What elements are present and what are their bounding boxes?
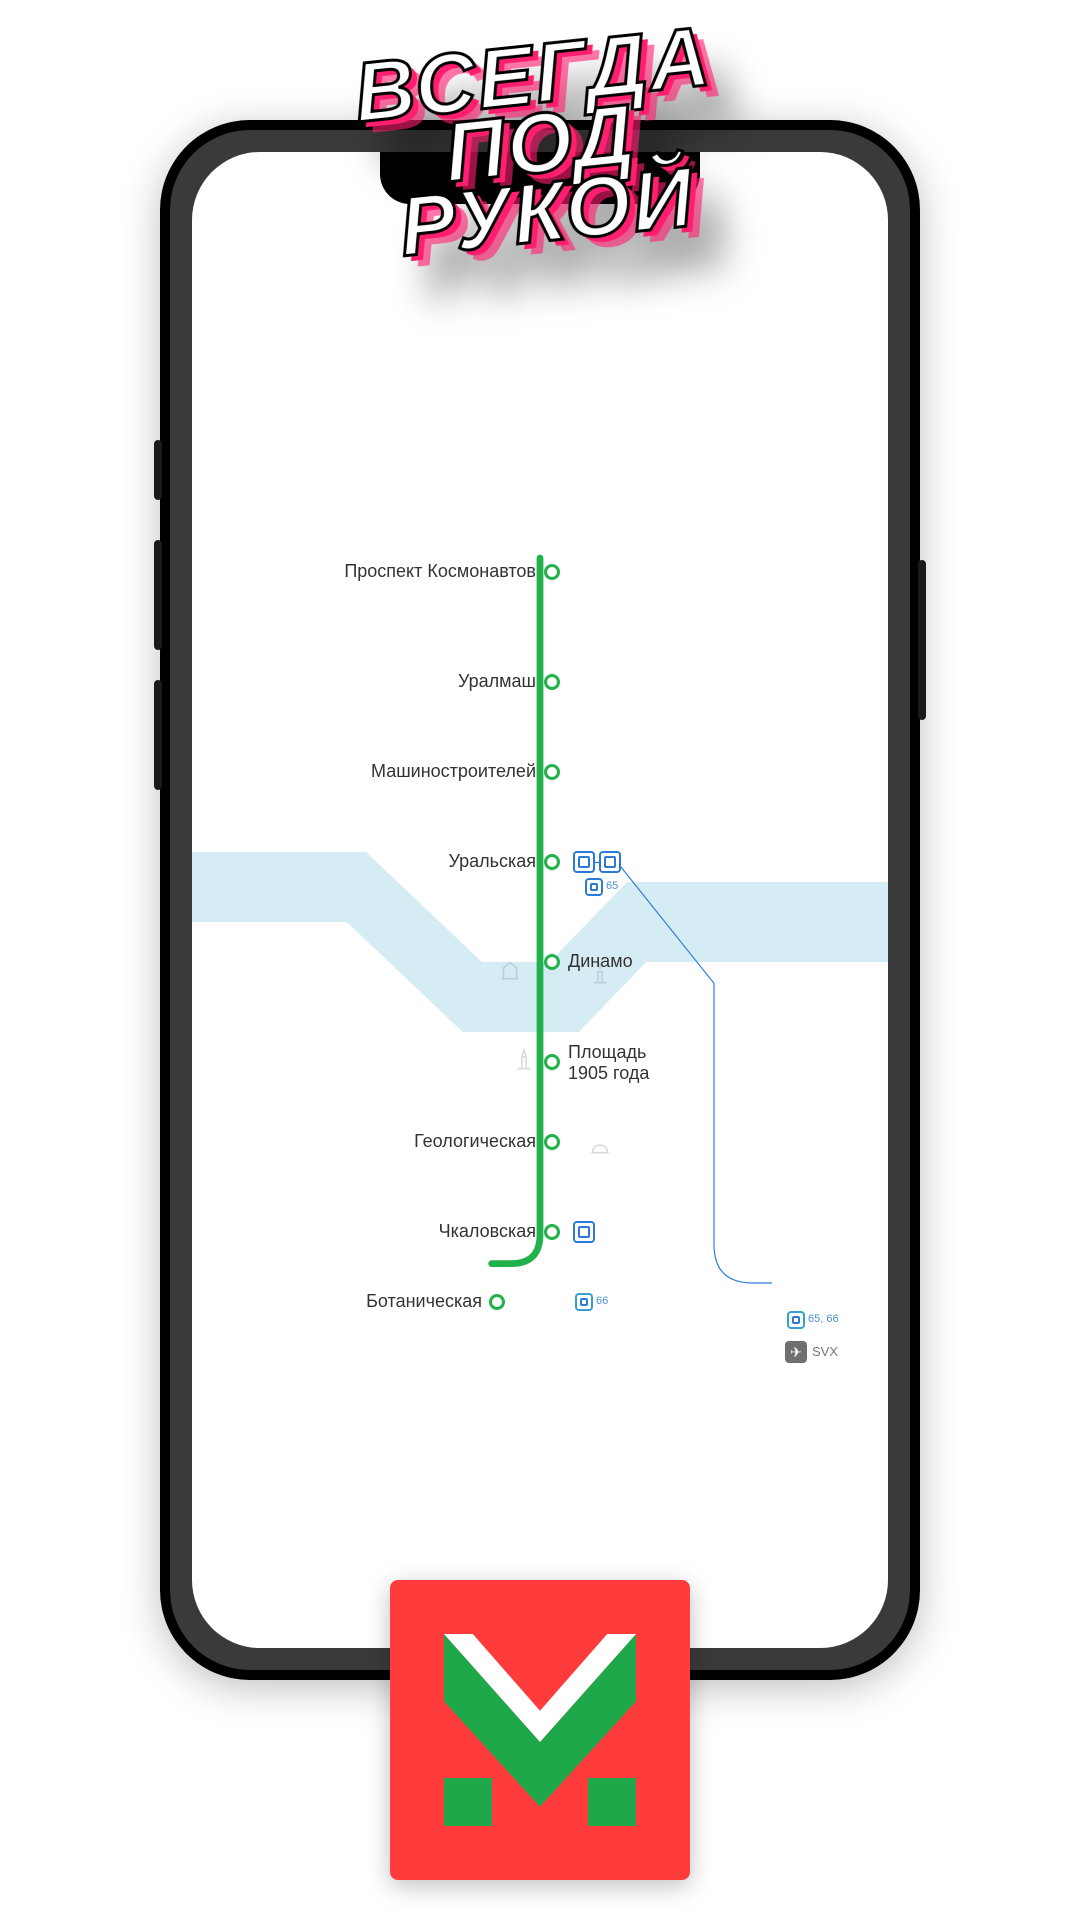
lines-layer [192,152,888,1617]
station-dot[interactable] [544,954,560,970]
phone-frame: Проспект Космонавтов Уралмаш Машиностроите… [160,120,920,1680]
volume-up-button [154,540,162,650]
station-label[interactable]: Ботаническая [366,1291,482,1312]
rail-icon[interactable] [573,1221,595,1243]
landmark-icon [587,961,613,987]
landmark-icon [587,1131,613,1157]
station-dot[interactable] [544,1054,560,1070]
shuttle-number: 65, 66 [808,1313,839,1325]
bus-icon[interactable] [575,1293,593,1311]
station-label[interactable]: Машиностроителей [371,761,536,782]
rail-icon[interactable] [573,851,595,873]
metro-map[interactable]: Проспект Космонавтов Уралмаш Машиностроите… [192,152,888,1648]
station-label[interactable]: Уральская [448,851,536,872]
station-label[interactable]: Проспект Космонавтов [344,561,536,582]
station-dot[interactable] [544,854,560,870]
airport-icon[interactable] [785,1341,807,1363]
station-dot[interactable] [544,1134,560,1150]
bus-icon[interactable] [585,878,603,896]
phone-bezel: Проспект Космонавтов Уралмаш Машиностроите… [170,130,910,1670]
promo-headline: ВСЕГДА ПОД РУКОЙ [351,22,729,265]
shuttle-number: 65 [606,880,618,892]
station-dot[interactable] [544,564,560,580]
app-icon[interactable] [390,1580,690,1880]
bus-icon[interactable] [787,1311,805,1329]
landmark-icon [497,957,523,983]
station-dot[interactable] [544,764,560,780]
station-label[interactable]: Геологическая [414,1131,536,1152]
station-label[interactable]: Чкаловская [439,1221,536,1242]
airport-code: SVX [812,1344,838,1359]
station-dot[interactable] [544,674,560,690]
station-dot[interactable] [544,1224,560,1240]
power-button [918,560,926,720]
station-label[interactable]: Уралмаш [458,671,536,692]
stage: ВСЕГДА ПОД РУКОЙ [0,0,1080,1920]
volume-down-button [154,680,162,790]
metro-m-icon [420,1610,660,1850]
rail-icon[interactable] [599,851,621,873]
landmark-icon [511,1047,537,1073]
mute-switch [154,440,162,500]
phone-screen[interactable]: Проспект Космонавтов Уралмаш Машиностроите… [192,152,888,1648]
shuttle-number: 66 [596,1295,608,1307]
station-dot[interactable] [489,1294,505,1310]
station-label[interactable]: Площадь1905 года [568,1042,649,1084]
